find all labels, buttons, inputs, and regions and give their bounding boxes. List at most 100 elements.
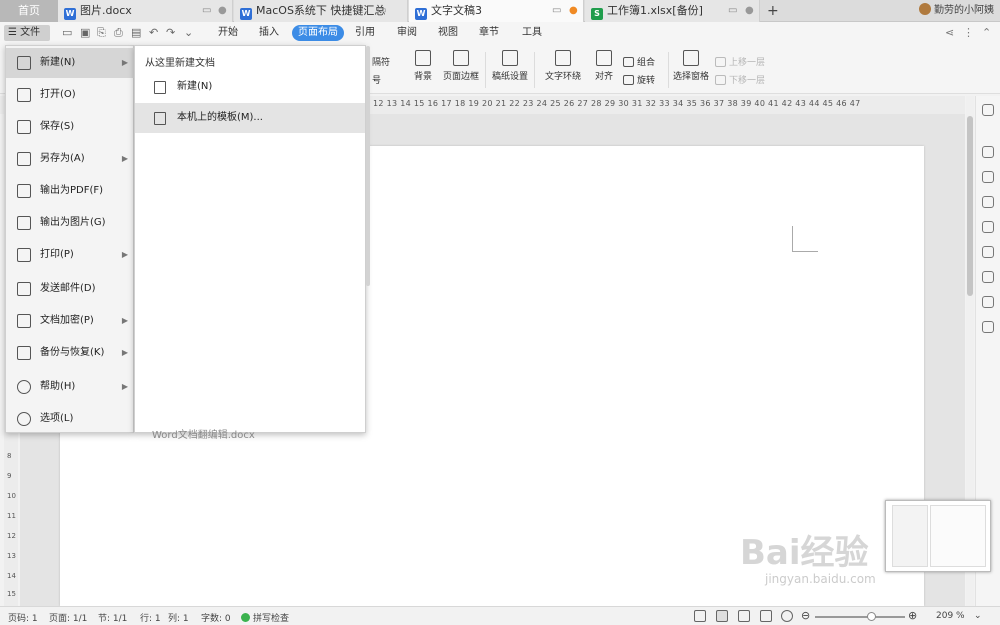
lock-icon[interactable] [982, 246, 994, 258]
tab-view[interactable]: 视图 [432, 25, 464, 41]
customize-icon[interactable]: ⌄ [184, 26, 193, 39]
zoom-slider[interactable] [815, 616, 905, 618]
monitor-icon: ▭ [552, 5, 562, 16]
redo-icon[interactable]: ↷ [166, 26, 175, 39]
menu-item-export-image[interactable]: 输出为图片(G) [6, 208, 134, 238]
menu-item-open[interactable]: 打开(O) [6, 80, 134, 110]
shapes-icon[interactable] [982, 146, 994, 158]
fullscreen-icon[interactable] [694, 610, 706, 622]
style-icon[interactable] [982, 171, 994, 183]
rotate-button[interactable]: 旋转 [623, 73, 655, 86]
monitor-icon: ▭ [377, 5, 387, 16]
submenu-item-local-template[interactable]: 本机上的模板(M)... [135, 103, 365, 133]
ribbon-partial-break[interactable]: 隔符 [372, 55, 390, 68]
collapse-ribbon-icon[interactable]: ⌃ [982, 26, 991, 39]
tab-references[interactable]: 引用 [349, 25, 381, 41]
text-wrap-button[interactable]: 文字环绕 [540, 50, 586, 82]
unsaved-dot-icon: ● [569, 5, 578, 16]
background-button[interactable]: 背景 [410, 50, 436, 82]
zoom-in-icon[interactable]: ⊕ [908, 609, 917, 622]
folder-icon [17, 88, 31, 102]
menu-item-save[interactable]: 保存(S) [6, 112, 134, 142]
file-menu-label: 文件 [20, 27, 41, 38]
screenshot-thumbnail[interactable] [885, 500, 991, 572]
print-icon[interactable]: ⎙ [114, 26, 123, 40]
tab-review[interactable]: 审阅 [391, 25, 423, 41]
section-count: 节: 1/1 [98, 614, 128, 624]
zoom-out-icon[interactable]: ⊖ [801, 609, 810, 622]
tab-label: 文字文稿3 [431, 4, 482, 17]
vruler-number: 8 [7, 452, 12, 460]
spell-check-button[interactable]: 拼写检查 [241, 611, 289, 624]
draft-paper-button[interactable]: 稿纸设置 [490, 50, 530, 82]
tab-home-ribbon[interactable]: 开始 [212, 25, 244, 41]
open-folder-icon[interactable]: ▭ [62, 26, 72, 39]
menu-item-help[interactable]: 帮助(H) ▶ [6, 372, 134, 402]
tab-home[interactable]: 首页 [0, 0, 58, 22]
zoom-dropdown-icon[interactable]: ⌄ [974, 611, 982, 621]
menu-item-send-email[interactable]: 发送邮件(D) [6, 274, 134, 304]
menu-item-export-pdf[interactable]: 输出为PDF(F) [6, 176, 134, 206]
selection-pane-label: 选择窗格 [672, 72, 709, 82]
outline-view-icon[interactable] [738, 610, 750, 622]
word-doc-icon: W [415, 8, 427, 20]
scrollbar-thumb[interactable] [967, 116, 973, 296]
user-account[interactable]: 勤劳的小阿姨 [919, 0, 994, 22]
ruler-numbers: 12 13 14 15 16 17 18 19 20 21 22 23 24 2… [373, 99, 861, 108]
eye-protection-icon[interactable] [781, 610, 793, 622]
selection-pane-button[interactable]: 选择窗格 [672, 50, 710, 82]
monitor-icon: ▭ [202, 5, 212, 16]
menu-item-save-as[interactable]: 另存为(A) ▶ [6, 144, 134, 174]
ribbon-partial-number[interactable]: 号 [372, 73, 381, 86]
vruler-number: 14 [7, 572, 16, 580]
new-tab-button[interactable]: + [767, 0, 779, 22]
tab-doc-3[interactable]: W 文字文稿3 ▭ ● [409, 0, 584, 22]
rotate-label: 旋转 [637, 76, 656, 86]
edit-icon[interactable] [982, 104, 994, 116]
settings-sliders-icon[interactable] [982, 271, 994, 283]
page-view-icon[interactable] [716, 610, 728, 622]
tab-sheet-1[interactable]: S 工作簿1.xlsx[备份] ▭ ● [585, 0, 760, 22]
menu-item-label: 保存(S) [40, 121, 75, 132]
menu-item-label: 另存为(A) [40, 153, 85, 164]
menu-item-encrypt[interactable]: 文档加密(P) ▶ [6, 306, 134, 336]
compass-icon[interactable] [982, 196, 994, 208]
tab-insert[interactable]: 插入 [253, 25, 285, 41]
submenu-item-new[interactable]: 新建(N) [135, 72, 365, 102]
tab-doc-2[interactable]: W MacOS系统下 快捷键汇总 ▭ [234, 0, 408, 22]
web-view-icon[interactable] [760, 610, 772, 622]
cursor-icon[interactable] [982, 221, 994, 233]
vruler-number: 12 [7, 532, 16, 540]
save-icon [17, 120, 31, 134]
vruler-number: 10 [7, 492, 16, 500]
page-border-button[interactable]: 页面边框 [442, 50, 480, 82]
tab-doc-1[interactable]: W 图片.docx ▭ ● [58, 0, 233, 22]
export-icon[interactable]: ⎘ [97, 26, 106, 40]
send-backward-button[interactable]: 下移一层 [715, 73, 765, 86]
share-icon[interactable]: ⋖ [945, 26, 954, 39]
group-button[interactable]: 组合 [623, 55, 655, 68]
zoom-slider-handle[interactable] [867, 612, 876, 621]
bring-forward-button[interactable]: 上移一层 [715, 55, 765, 68]
menu-item-backup[interactable]: 备份与恢复(K) ▶ [6, 338, 134, 368]
history-icon[interactable] [982, 296, 994, 308]
save-icon[interactable]: ▣ [80, 26, 90, 39]
tab-section[interactable]: 章节 [473, 25, 505, 41]
more-icon[interactable]: ⋮ [963, 26, 974, 39]
menu-item-new[interactable]: 新建(N) ▶ [6, 48, 134, 78]
menu-item-print[interactable]: 打印(P) ▶ [6, 240, 134, 270]
align-button[interactable]: 对齐 [590, 50, 618, 82]
menu-item-options[interactable]: 选项(L) [6, 404, 134, 434]
submenu-scrollbar[interactable] [366, 46, 370, 286]
zoom-level[interactable]: 209 % [936, 611, 965, 621]
new-doc-icon [17, 56, 31, 70]
tab-tools[interactable]: 工具 [516, 25, 548, 41]
undo-icon[interactable]: ↶ [149, 26, 158, 39]
spell-check-ok-icon [241, 613, 250, 622]
text-wrap-icon [555, 50, 571, 66]
tab-page-layout[interactable]: 页面布局 [292, 25, 344, 41]
file-menu-button[interactable]: ☰ 文件 [4, 25, 50, 41]
image-icon[interactable] [982, 321, 994, 333]
preview-icon[interactable]: ▤ [131, 26, 141, 39]
word-count[interactable]: 字数: 0 [201, 611, 231, 624]
